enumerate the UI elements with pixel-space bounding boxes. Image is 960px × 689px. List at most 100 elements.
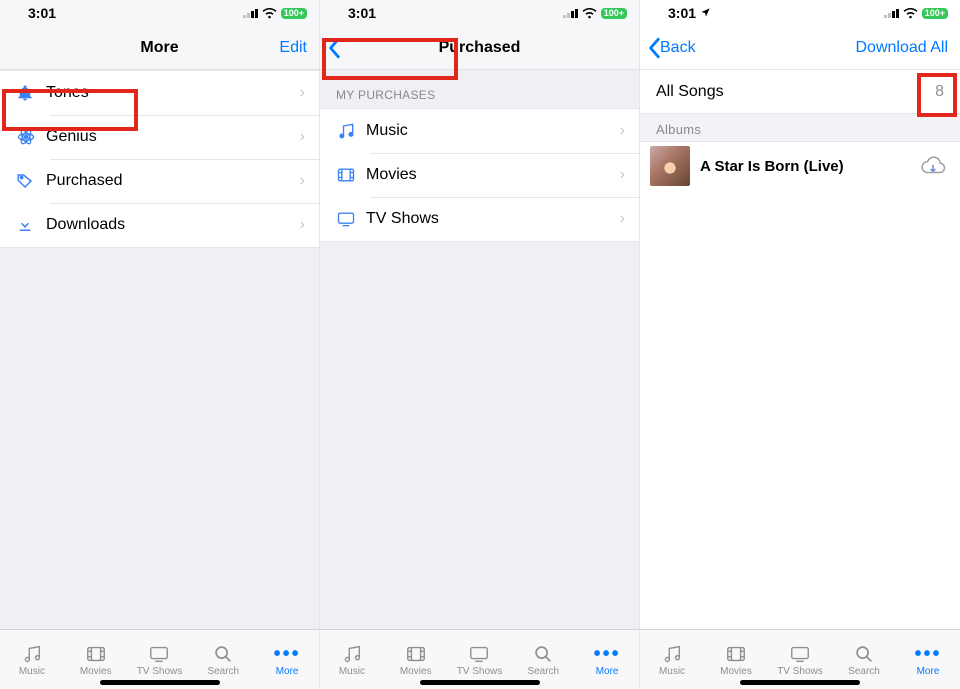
album-artwork <box>650 146 690 186</box>
cell-signal-icon <box>884 8 899 18</box>
tab-label: Search <box>527 666 559 677</box>
all-songs-label: All Songs <box>656 83 935 101</box>
tag-icon <box>16 172 46 190</box>
tab-music[interactable]: Music <box>0 630 64 689</box>
screen-purchased: 3:01 100+ Purchased MY PURCHASES Music <box>320 0 640 689</box>
content: Tones › Genius › Purchased › <box>0 70 319 629</box>
home-indicator[interactable] <box>420 680 540 685</box>
screen-music-purchases: 3:01 100+ Back Download All All Songs 8 <box>640 0 960 689</box>
nav-bar: Purchased <box>320 26 639 70</box>
chevron-left-icon <box>328 37 342 59</box>
wifi-icon <box>903 8 918 19</box>
status-time: 3:01 <box>668 5 696 21</box>
cell-signal-icon <box>563 8 578 18</box>
tab-more[interactable]: ••• More <box>575 630 639 689</box>
cloud-download-button[interactable] <box>918 151 948 181</box>
status-bar: 3:01 100+ <box>640 0 960 26</box>
tab-label: TV Shows <box>777 666 823 677</box>
section-header-purchases: MY PURCHASES <box>320 70 639 108</box>
status-time-group: 3:01 <box>668 5 711 21</box>
more-icon: ••• <box>274 643 301 665</box>
chevron-right-icon: › <box>300 216 319 234</box>
row-movies[interactable]: Movies › <box>320 153 639 197</box>
tab-label: Music <box>19 666 45 677</box>
battery-icon: 100+ <box>922 8 948 19</box>
row-label: Movies <box>366 166 620 184</box>
status-time: 3:01 <box>28 5 56 21</box>
tab-label: Movies <box>80 666 112 677</box>
atom-icon <box>16 127 46 147</box>
row-purchased[interactable]: Purchased › <box>0 159 319 203</box>
tv-icon <box>336 209 366 229</box>
tab-label: Movies <box>400 666 432 677</box>
status-bar: 3:01 100+ <box>320 0 639 26</box>
row-label: Music <box>366 122 620 140</box>
chevron-right-icon: › <box>620 166 639 184</box>
chevron-right-icon: › <box>620 210 639 228</box>
tab-more[interactable]: ••• More <box>255 630 319 689</box>
nav-bar: Back Download All <box>640 26 960 70</box>
status-right: 100+ <box>884 8 948 19</box>
row-label: Tones <box>46 84 300 102</box>
status-bar: 3:01 100+ <box>0 0 319 26</box>
nav-bar: More Edit <box>0 26 319 70</box>
row-all-songs[interactable]: All Songs 8 <box>640 70 960 114</box>
nav-title: Purchased <box>439 39 521 57</box>
download-all-button[interactable]: Download All <box>856 26 949 70</box>
chevron-right-icon: › <box>300 128 319 146</box>
cell-signal-icon <box>243 8 258 18</box>
status-right: 100+ <box>243 8 307 19</box>
content: All Songs 8 Albums A Star Is Born (Live) <box>640 70 960 629</box>
tab-label: Music <box>659 666 685 677</box>
row-downloads[interactable]: Downloads › <box>0 203 319 247</box>
chevron-right-icon: › <box>300 84 319 102</box>
tab-label: Music <box>339 666 365 677</box>
download-icon <box>16 216 46 234</box>
tab-label: Search <box>207 666 239 677</box>
status-time: 3:01 <box>348 5 376 21</box>
section-header-albums: Albums <box>640 114 960 142</box>
content: MY PURCHASES Music › Movies › <box>320 70 639 629</box>
chevron-right-icon: › <box>300 172 319 190</box>
more-icon: ••• <box>594 643 621 665</box>
screen-more: 3:01 100+ More Edit Tones › <box>0 0 320 689</box>
tab-label: TV Shows <box>137 666 183 677</box>
chevron-right-icon: › <box>620 122 639 140</box>
battery-icon: 100+ <box>601 8 627 19</box>
back-button[interactable] <box>328 26 342 70</box>
nav-title: More <box>140 39 178 57</box>
album-row[interactable]: A Star Is Born (Live) <box>640 142 960 190</box>
home-indicator[interactable] <box>100 680 220 685</box>
row-tvshows[interactable]: TV Shows › <box>320 197 639 241</box>
tab-label: More <box>596 666 619 677</box>
tab-label: More <box>276 666 299 677</box>
row-label: TV Shows <box>366 210 620 228</box>
location-icon <box>700 5 711 21</box>
row-music[interactable]: Music › <box>320 109 639 153</box>
tab-music[interactable]: Music <box>640 630 704 689</box>
battery-icon: 100+ <box>281 8 307 19</box>
row-label: Downloads <box>46 216 300 234</box>
film-icon <box>336 165 366 185</box>
row-tones[interactable]: Tones › <box>0 71 319 115</box>
tab-label: More <box>917 666 940 677</box>
home-indicator[interactable] <box>740 680 860 685</box>
tab-label: Movies <box>720 666 752 677</box>
tab-label: Search <box>848 666 880 677</box>
all-songs-count: 8 <box>935 83 944 101</box>
back-label: Back <box>660 39 696 57</box>
back-button[interactable]: Back <box>648 26 696 70</box>
row-genius[interactable]: Genius › <box>0 115 319 159</box>
album-title: A Star Is Born (Live) <box>700 158 918 175</box>
status-right: 100+ <box>563 8 627 19</box>
tab-more[interactable]: ••• More <box>896 630 960 689</box>
wifi-icon <box>262 8 277 19</box>
wifi-icon <box>582 8 597 19</box>
more-icon: ••• <box>914 643 941 665</box>
row-label: Genius <box>46 128 300 146</box>
edit-button[interactable]: Edit <box>279 26 307 70</box>
tab-label: TV Shows <box>457 666 503 677</box>
tab-music[interactable]: Music <box>320 630 384 689</box>
music-note-icon <box>336 121 366 141</box>
row-label: Purchased <box>46 172 300 190</box>
